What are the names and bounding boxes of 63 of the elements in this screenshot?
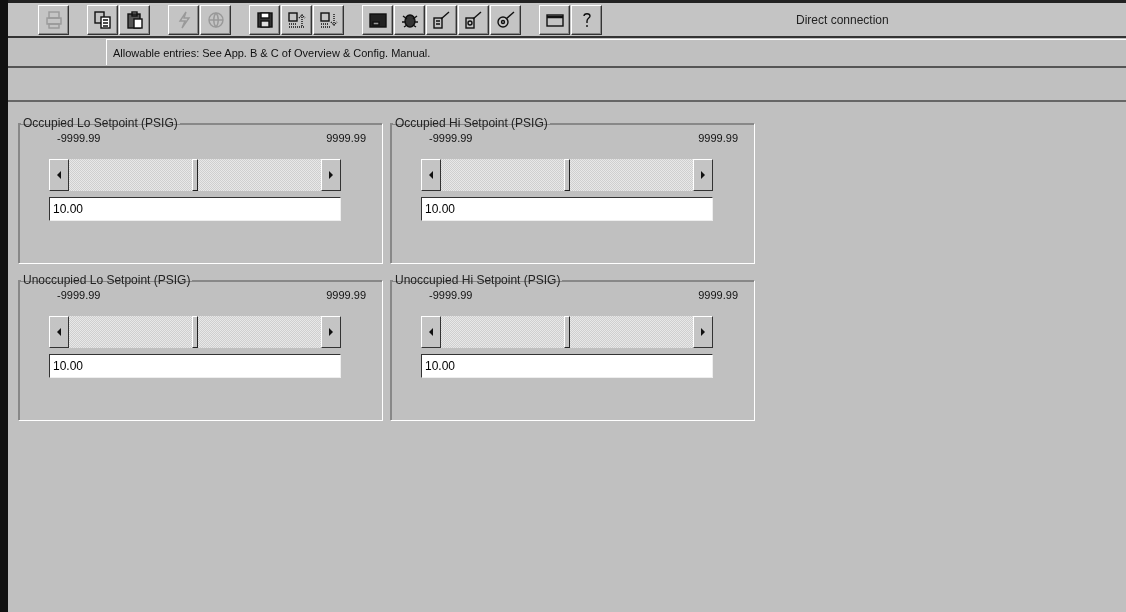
right-arrow-icon <box>700 171 706 179</box>
slider-track[interactable] <box>49 159 341 191</box>
toolbar-button[interactable] <box>249 4 280 35</box>
group-title: Unoccupied Hi Setpoint (PSIG) <box>394 273 562 287</box>
left-arrow-icon <box>56 328 62 336</box>
min-label: -9999.99 <box>429 289 473 301</box>
max-label: 9999.99 <box>326 289 366 301</box>
slider-track[interactable] <box>49 316 341 348</box>
toolbar-button[interactable] <box>362 4 393 35</box>
left-arrow-icon <box>428 171 434 179</box>
scroll-left-button[interactable] <box>421 316 441 348</box>
slider-thumb[interactable] <box>564 159 570 191</box>
toolbar-button[interactable] <box>313 4 344 35</box>
scroll-left-button[interactable] <box>421 159 441 191</box>
scroll-right-button[interactable] <box>693 159 713 191</box>
slider-track[interactable] <box>421 159 713 191</box>
documents-icon <box>92 9 113 30</box>
slider-track[interactable] <box>421 316 713 348</box>
scroll-right-button[interactable] <box>321 316 341 348</box>
value-field[interactable]: 10.00 <box>421 197 713 221</box>
message-bar: Allowable entries: See App. B & C of Overview & Config. Manual. <box>106 39 1126 65</box>
toolbar-button[interactable] <box>119 4 150 35</box>
toolbar-button[interactable] <box>394 4 425 35</box>
toolbar-button[interactable] <box>571 4 602 35</box>
min-label: -9999.99 <box>57 289 101 301</box>
globe-icon <box>205 9 226 30</box>
toolbar-button[interactable] <box>490 4 521 35</box>
scroll-left-button[interactable] <box>49 316 69 348</box>
value-field[interactable]: 10.00 <box>421 354 713 378</box>
max-label: 9999.99 <box>326 132 366 144</box>
value-field[interactable]: 10.00 <box>49 197 341 221</box>
group-title: Occupied Hi Setpoint (PSIG) <box>394 116 549 130</box>
magic-wand-page-icon <box>463 9 484 30</box>
computer-download-icon <box>318 9 339 30</box>
clipboard-icon <box>124 9 145 30</box>
toolbar-button[interactable] <box>281 4 312 35</box>
right-arrow-icon <box>700 328 706 336</box>
min-label: -9999.99 <box>57 132 101 144</box>
max-label: 9999.99 <box>698 289 738 301</box>
toolbar-button[interactable] <box>458 4 489 35</box>
magic-wand-disc-icon <box>495 9 516 30</box>
scroll-right-button[interactable] <box>321 159 341 191</box>
right-arrow-icon <box>328 328 334 336</box>
toolbar-button[interactable] <box>539 4 570 35</box>
scroll-right-button[interactable] <box>693 316 713 348</box>
computer-upload-icon <box>286 9 307 30</box>
left-arrow-icon <box>56 171 62 179</box>
connection-status: Direct connection <box>796 12 889 27</box>
printer-icon <box>43 9 64 30</box>
slider-thumb[interactable] <box>192 159 198 191</box>
magic-wand-document-icon <box>431 9 452 30</box>
group-title: Occupied Lo Setpoint (PSIG) <box>22 116 179 130</box>
toolbar-button[interactable] <box>87 4 118 35</box>
scroll-left-button[interactable] <box>49 159 69 191</box>
slider-thumb[interactable] <box>564 316 570 348</box>
max-label: 9999.99 <box>698 132 738 144</box>
left-arrow-icon <box>428 328 434 336</box>
toolbar-button[interactable] <box>426 4 457 35</box>
group-title: Unoccupied Lo Setpoint (PSIG) <box>22 273 192 287</box>
right-arrow-icon <box>328 171 334 179</box>
value-field[interactable]: 10.00 <box>49 354 341 378</box>
min-label: -9999.99 <box>429 132 473 144</box>
slider-thumb[interactable] <box>192 316 198 348</box>
